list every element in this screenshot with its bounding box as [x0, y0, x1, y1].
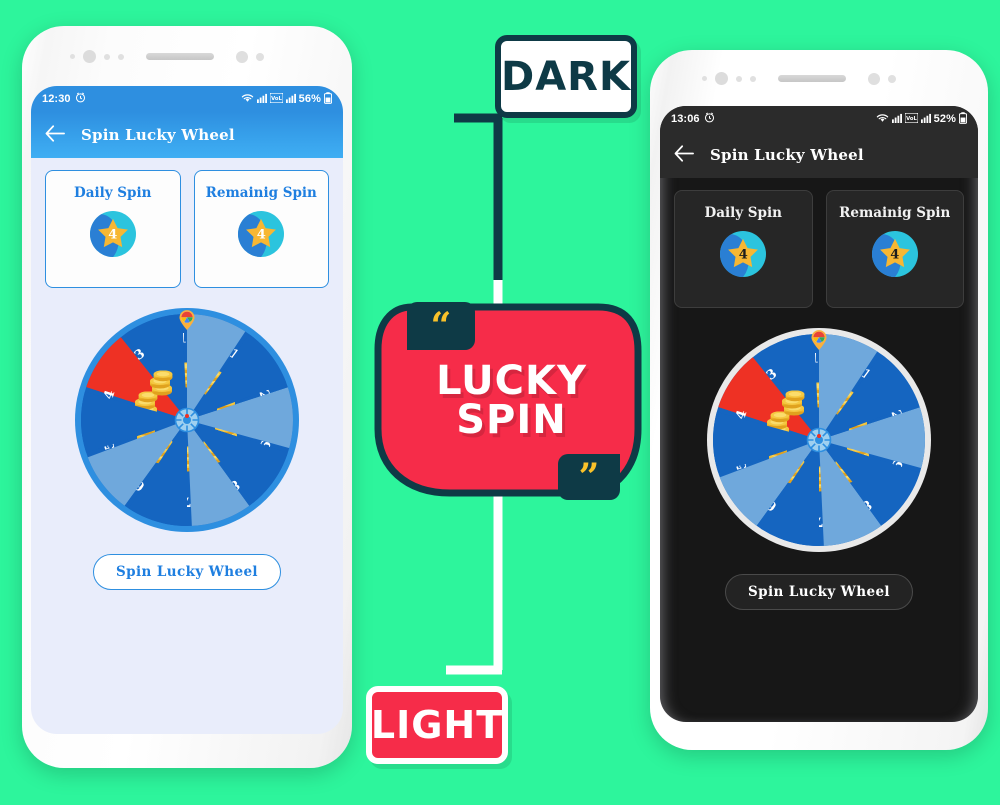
lucky-spin-text: LUCKY SPIN: [370, 357, 645, 443]
svg-text:VoL: VoL: [271, 96, 282, 102]
svg-text:VoL: VoL: [906, 116, 917, 122]
sensor-dot-icon: [750, 75, 756, 82]
sensor-dot-icon: [702, 76, 707, 81]
sensor-dot-icon: [118, 53, 124, 60]
sensor-dot-icon: [236, 50, 248, 63]
signal-icon: [285, 93, 296, 106]
app-bar: Spin Lucky Wheel: [31, 112, 343, 158]
dark-label-text: DARK: [501, 53, 631, 100]
phone-light-theme: 12:30 VoL 56% Spin Lucky Wheel Daily Spi…: [22, 26, 352, 768]
spin-button-row: Spin Lucky Wheel: [31, 554, 343, 590]
dark-theme-label: DARK: [495, 35, 637, 118]
phone-screen-light: 12:30 VoL 56% Spin Lucky Wheel Daily Spi…: [31, 86, 343, 734]
wheel-section: 10129876543: [31, 308, 343, 532]
sensor-dot-icon: [256, 52, 264, 61]
phone-top-bezel: [70, 50, 264, 63]
remaining-spin-badge: 4: [871, 231, 918, 277]
wheel-pointer-icon: [811, 330, 828, 350]
earpiece-speaker-icon: [778, 75, 846, 82]
wheel-hub-icon: [806, 427, 832, 453]
daily-spin-label: Daily Spin: [74, 185, 152, 201]
sensor-dot-icon: [70, 54, 75, 59]
daily-spin-label: Daily Spin: [704, 205, 782, 221]
front-camera-icon: [83, 50, 96, 63]
wheel-hub-icon: [174, 407, 200, 433]
alarm-icon: [704, 112, 715, 126]
signal-icon: [920, 113, 931, 126]
volte-icon: VoL: [269, 92, 284, 106]
phone-top-bezel: [702, 72, 896, 85]
remaining-spin-card[interactable]: Remainig Spin 4: [193, 170, 329, 288]
stats-row: Daily Spin 4 Remainig Spin 4: [31, 158, 343, 288]
spin-lucky-wheel-button[interactable]: Spin Lucky Wheel: [93, 554, 281, 590]
page-title: Spin Lucky Wheel: [710, 146, 864, 164]
daily-spin-badge: 4: [89, 211, 136, 257]
wheel-section: 10129876543: [660, 328, 978, 552]
battery-icon: [958, 111, 968, 127]
page-title: Spin Lucky Wheel: [81, 126, 235, 144]
lucky-wheel[interactable]: 10129876543: [75, 308, 299, 532]
status-time: 12:30: [42, 93, 71, 105]
wheel-pointer-icon: [179, 310, 196, 330]
light-theme-label: LIGHT: [366, 686, 508, 764]
remaining-spin-label: Remainig Spin: [839, 205, 951, 221]
coin-stack-icon: [147, 369, 177, 401]
quote-close-icon: ”: [558, 454, 620, 500]
volte-icon: VoL: [904, 112, 919, 126]
status-bar: 12:30 VoL 56%: [31, 86, 343, 112]
signal-icon: [891, 113, 902, 126]
stats-row: Daily Spin 4 Remainig Spin 4: [660, 178, 978, 308]
sensor-dot-icon: [868, 72, 880, 85]
lucky-spin-badge: “ ” LUCKY SPIN: [370, 297, 645, 505]
battery-percent: 56%: [298, 93, 321, 105]
wifi-icon: [876, 113, 889, 126]
remaining-spin-value: 4: [256, 227, 266, 243]
remaining-spin-card[interactable]: Remainig Spin 4: [825, 190, 964, 308]
daily-spin-badge: 4: [720, 231, 767, 277]
alarm-icon: [75, 92, 86, 106]
sensor-dot-icon: [888, 74, 896, 83]
back-arrow-icon[interactable]: [45, 125, 65, 145]
remaining-spin-badge: 4: [238, 211, 285, 257]
sensor-dot-icon: [104, 53, 110, 60]
daily-spin-card[interactable]: Daily Spin 4: [674, 190, 813, 308]
phone-screen-dark: 13:06 VoL 52% Spin Lucky Wheel Daily Spi…: [660, 106, 978, 722]
daily-spin-card[interactable]: Daily Spin 4: [45, 170, 181, 288]
lucky-line-1: LUCKY: [436, 357, 587, 404]
status-bar: 13:06 VoL 52%: [660, 106, 978, 132]
daily-spin-value: 4: [108, 227, 118, 243]
status-time: 13:06: [671, 113, 700, 125]
battery-icon: [323, 91, 333, 107]
app-bar: Spin Lucky Wheel: [660, 132, 978, 178]
quote-open-icon: “: [407, 302, 475, 350]
lucky-wheel[interactable]: 10129876543: [707, 328, 931, 552]
sensor-dot-icon: [736, 75, 742, 82]
phone-dark-theme: 13:06 VoL 52% Spin Lucky Wheel Daily Spi…: [650, 50, 988, 750]
daily-spin-value: 4: [738, 247, 748, 263]
coin-stack-icon: [779, 389, 809, 421]
back-arrow-icon[interactable]: [674, 145, 694, 165]
remaining-spin-label: Remainig Spin: [205, 185, 317, 201]
lucky-line-2: SPIN: [456, 397, 567, 443]
spin-button-row: Spin Lucky Wheel: [660, 574, 978, 610]
battery-percent: 52%: [933, 113, 956, 125]
light-label-text: LIGHT: [370, 703, 504, 747]
front-camera-icon: [715, 72, 728, 85]
wifi-icon: [241, 93, 254, 106]
earpiece-speaker-icon: [146, 53, 214, 60]
signal-icon: [256, 93, 267, 106]
spin-lucky-wheel-button[interactable]: Spin Lucky Wheel: [725, 574, 913, 610]
remaining-spin-value: 4: [890, 247, 900, 263]
